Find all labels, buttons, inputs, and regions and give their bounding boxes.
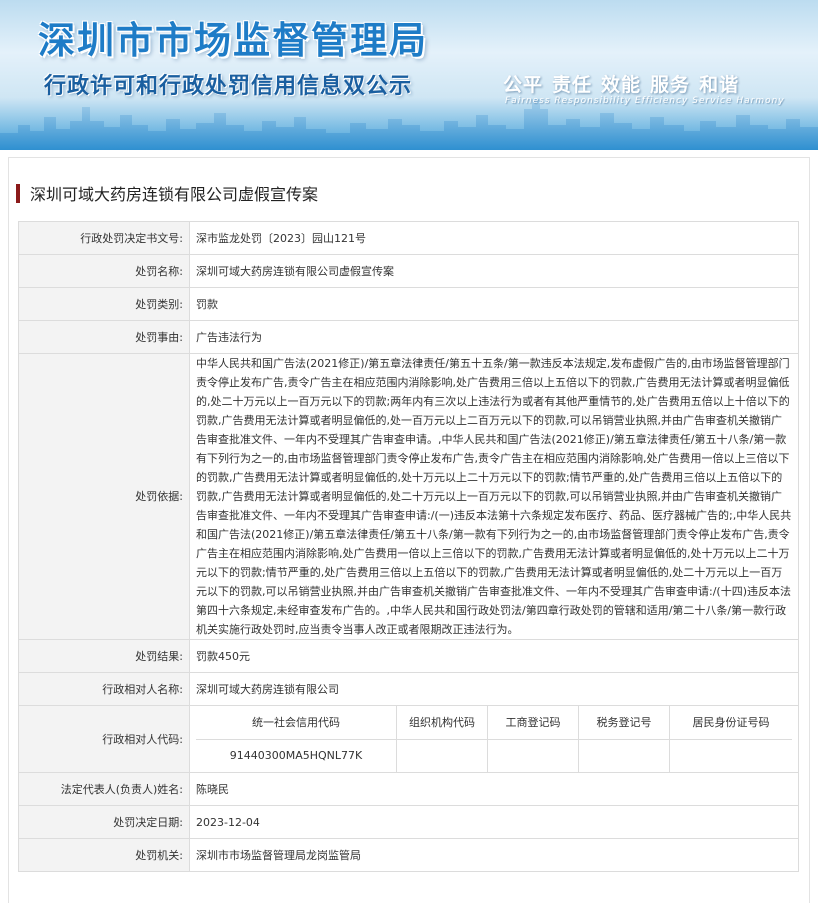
decision-no-value: 深市监龙处罚〔2023〕园山121号 xyxy=(189,221,799,255)
party-code-table: 统一社会信用代码 组织机构代码 工商登记码 税务登记号 居民身份证号码 9144… xyxy=(196,706,792,772)
detail-panel: 深圳可域大药房连锁有限公司虚假宣传案 行政处罚决定书文号: 深市监龙处罚〔202… xyxy=(8,157,810,903)
code-header: 税务登记号 xyxy=(578,706,670,740)
decision-date-label: 处罚决定日期: xyxy=(18,805,190,839)
table-row: 处罚决定日期: 2023-12-04 xyxy=(18,805,799,839)
page-title-text: 深圳可域大药房连锁有限公司虚假宣传案 xyxy=(30,185,319,204)
slogan-word: 责任 xyxy=(552,74,593,96)
legal-rep-label: 法定代表人(负责人)姓名: xyxy=(18,772,190,806)
party-name-label: 行政相对人名称: xyxy=(18,672,190,706)
reason-value: 广告违法行为 xyxy=(189,320,799,354)
slogan-word: 公平 xyxy=(503,74,544,96)
basis-value: 中华人民共和国广告法(2021修正)/第五章法律责任/第五十五条/第一款违反本法… xyxy=(189,353,799,640)
table-row: 处罚机关: 深圳市市场监督管理局龙岗监管局 xyxy=(18,838,799,872)
code-header-row: 统一社会信用代码 组织机构代码 工商登记码 税务登记号 居民身份证号码 xyxy=(196,706,792,740)
table-row: 行政处罚决定书文号: 深市监龙处罚〔2023〕园山121号 xyxy=(18,221,799,255)
org-code-value xyxy=(396,739,488,772)
header-banner: 深圳市市场监督管理局 行政许可和行政处罚信用信息双公示 公平 责任 效能 服务 和谐 F… xyxy=(0,0,818,150)
table-row: 处罚类别: 罚款 xyxy=(18,287,799,321)
result-label: 处罚结果: xyxy=(18,639,190,673)
authority-label: 处罚机关: xyxy=(18,838,190,872)
authority-value: 深圳市市场监督管理局龙岗监管局 xyxy=(189,838,799,872)
business-reg-value xyxy=(487,739,579,772)
basis-label: 处罚依据: xyxy=(18,353,190,640)
code-header: 组织机构代码 xyxy=(396,706,488,740)
banner-slogan: 公平 责任 效能 服务 和谐 xyxy=(503,70,748,97)
reason-label: 处罚事由: xyxy=(18,320,190,354)
id-card-value xyxy=(669,739,792,772)
code-value-row: 91440300MA5HQNL77K xyxy=(196,739,792,772)
case-name-value: 深圳可域大药房连锁有限公司虚假宣传案 xyxy=(189,254,799,288)
credit-code-value: 91440300MA5HQNL77K xyxy=(229,749,363,763)
table-row: 处罚依据: 中华人民共和国广告法(2021修正)/第五章法律责任/第五十五条/第… xyxy=(18,353,799,640)
banner-slogan-english: Fairness Responsibility Efficiency Servi… xyxy=(505,96,785,106)
party-name-value: 深圳可域大药房连锁有限公司 xyxy=(189,672,799,706)
slogan-word: 和谐 xyxy=(699,74,740,96)
title-accent-bar xyxy=(16,183,20,203)
party-code-label: 行政相对人代码: xyxy=(18,705,190,773)
banner-subtitle: 行政许可和行政处罚信用信息双公示 xyxy=(44,74,413,99)
code-header: 工商登记码 xyxy=(487,706,579,740)
penalty-info-table: 行政处罚决定书文号: 深市监龙处罚〔2023〕园山121号 处罚名称: 深圳可域… xyxy=(18,221,799,872)
slogan-word: 服务 xyxy=(650,74,691,96)
category-label: 处罚类别: xyxy=(18,287,190,321)
table-row: 处罚名称: 深圳可域大药房连锁有限公司虚假宣传案 xyxy=(18,254,799,288)
category-value: 罚款 xyxy=(189,287,799,321)
table-row: 处罚事由: 广告违法行为 xyxy=(18,320,799,354)
code-header: 居民身份证号码 xyxy=(669,706,792,740)
tax-reg-value xyxy=(578,739,670,772)
case-name-label: 处罚名称: xyxy=(18,254,190,288)
table-row: 行政相对人代码: 统一社会信用代码 组织机构代码 工商登记码 税务登记号 居民身… xyxy=(18,705,799,773)
decision-date-value: 2023-12-04 xyxy=(189,805,799,839)
table-row: 处罚结果: 罚款450元 xyxy=(18,639,799,673)
decision-no-label: 行政处罚决定书文号: xyxy=(18,221,190,255)
page-title: 深圳可域大药房连锁有限公司虚假宣传案 xyxy=(16,182,318,204)
code-header: 统一社会信用代码 xyxy=(196,706,397,740)
result-value: 罚款450元 xyxy=(189,639,799,673)
table-row: 行政相对人名称: 深圳可域大药房连锁有限公司 xyxy=(18,672,799,706)
party-code-cell: 统一社会信用代码 组织机构代码 工商登记码 税务登记号 居民身份证号码 9144… xyxy=(189,705,799,773)
slogan-word: 效能 xyxy=(601,74,642,96)
banner-title: 深圳市市场监督管理局 xyxy=(38,19,428,62)
legal-rep-value: 陈晓民 xyxy=(189,772,799,806)
table-row: 法定代表人(负责人)姓名: 陈晓民 xyxy=(18,772,799,806)
